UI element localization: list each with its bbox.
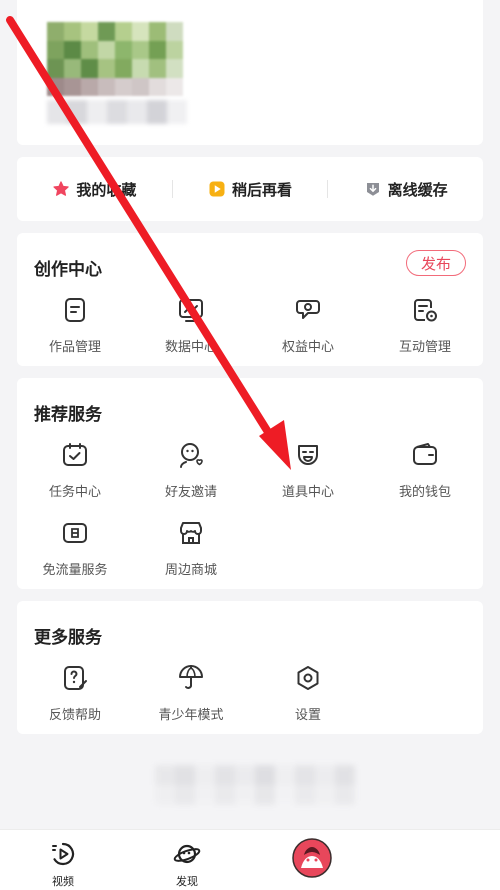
interaction-management-item[interactable]: 互动管理	[367, 296, 483, 355]
task-center-label: 任务中心	[48, 485, 101, 500]
shop-icon	[180, 522, 202, 544]
settings-item[interactable]: 设置	[250, 664, 366, 723]
creation-center-card: 创作中心 发布 作品管理 数据中心 权益中心 互动管理	[17, 233, 483, 366]
tab-discover-label: 发现	[176, 875, 198, 888]
free-data-service-label: 免流量服务	[42, 563, 108, 578]
publish-button[interactable]: 发布	[406, 250, 466, 276]
offline-cache-button[interactable]: 离线缓存	[328, 179, 483, 200]
more-services-card: 更多服务 反馈帮助 青少年模式 设置	[17, 601, 483, 734]
play-later-icon	[209, 181, 225, 197]
teen-mode-label: 青少年模式	[158, 708, 224, 723]
recommended-services-card: 推荐服务 任务中心 好友邀请 道具中心 我的钱包 免流量服务 周边商城	[17, 378, 483, 589]
document-icon	[65, 298, 85, 322]
task-center-item[interactable]: 任务中心	[17, 441, 133, 500]
settings-hexagon-icon	[297, 666, 319, 690]
pixelated-footer-content	[155, 765, 355, 805]
data-center-item[interactable]: 数据中心	[133, 296, 249, 355]
chart-icon	[179, 299, 203, 322]
umbrella-icon	[179, 665, 203, 689]
tab-discover[interactable]: 发现	[157, 840, 217, 889]
video-tab-icon	[52, 842, 75, 866]
message-gear-icon	[414, 299, 437, 322]
bottom-tab-bar: 视频 发现	[0, 829, 500, 890]
favorites-label: 我的收藏	[76, 180, 137, 199]
merch-mall-label: 周边商城	[164, 563, 217, 578]
watch-later-button[interactable]: 稍后再看	[173, 179, 328, 200]
star-icon	[53, 181, 70, 196]
tab-video[interactable]: 视频	[33, 840, 93, 889]
props-center-item[interactable]: 道具中心	[250, 441, 366, 500]
friend-invite-item[interactable]: 好友邀请	[133, 441, 249, 500]
settings-label: 设置	[294, 708, 321, 723]
quick-actions-bar: 我的收藏 稍后再看 离线缓存	[17, 157, 483, 221]
offline-cache-label: 离线缓存	[387, 180, 448, 199]
profile-card[interactable]	[17, 0, 483, 145]
my-wallet-item[interactable]: 我的钱包	[367, 441, 483, 500]
mask-icon	[298, 445, 318, 465]
friend-heart-icon	[180, 443, 203, 468]
benefits-center-label: 权益中心	[281, 340, 334, 355]
profile-pixelated-image	[47, 22, 183, 96]
benefits-center-item[interactable]: 权益中心	[250, 296, 366, 355]
help-edit-icon	[64, 666, 87, 690]
props-center-label: 道具中心	[281, 485, 334, 500]
watch-later-label: 稍后再看	[232, 180, 293, 199]
chat-badge-icon	[296, 300, 320, 319]
interaction-management-label: 互动管理	[398, 340, 451, 355]
merch-mall-item[interactable]: 周边商城	[133, 519, 249, 578]
feedback-help-item[interactable]: 反馈帮助	[17, 664, 133, 723]
avatar-tab-icon	[292, 838, 332, 878]
works-management-label: 作品管理	[48, 340, 101, 355]
friend-invite-label: 好友邀请	[164, 485, 217, 500]
profile-pixelated-name	[47, 100, 187, 124]
my-wallet-label: 我的钱包	[398, 485, 451, 500]
wallet-icon	[413, 443, 437, 465]
tab-video-label: 视频	[52, 875, 74, 888]
tab-me[interactable]	[282, 838, 342, 882]
creation-center-title: 创作中心	[34, 260, 102, 280]
calendar-check-icon	[63, 443, 87, 466]
works-management-item[interactable]: 作品管理	[17, 296, 133, 355]
data-center-label: 数据中心	[164, 340, 217, 355]
recommended-services-title: 推荐服务	[34, 405, 102, 425]
favorites-button[interactable]: 我的收藏	[17, 179, 172, 200]
feedback-help-label: 反馈帮助	[48, 708, 101, 723]
download-icon	[366, 183, 379, 196]
teen-mode-item[interactable]: 青少年模式	[133, 664, 249, 723]
more-services-title: 更多服务	[34, 628, 102, 648]
free-data-service-item[interactable]: 免流量服务	[17, 519, 133, 578]
sim-card-icon	[63, 523, 87, 543]
planet-tab-icon	[173, 844, 201, 864]
